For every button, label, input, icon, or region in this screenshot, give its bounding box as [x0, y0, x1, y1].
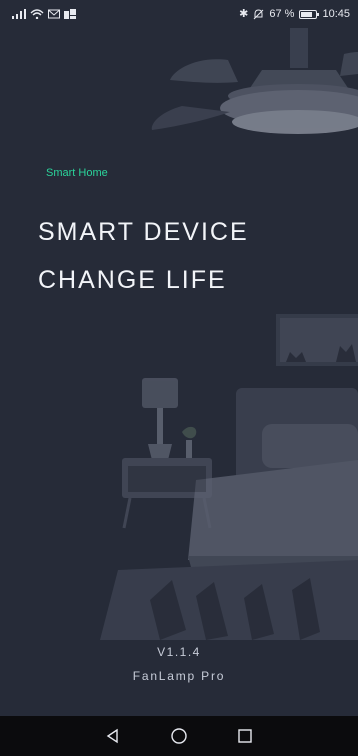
ceiling-fan-lamp-image	[151, 28, 358, 134]
brand-tag: Smart Home	[46, 167, 108, 179]
battery-percent: 67 %	[269, 7, 295, 20]
home-button[interactable]	[165, 722, 193, 750]
splash-screen: ✱ 67 % 10:45 Smart Home SMART DEVICE CHA…	[0, 0, 358, 756]
bluetooth-icon: ✱	[239, 7, 249, 20]
recents-icon	[238, 729, 252, 743]
bed-image	[100, 388, 358, 640]
app-notification-icon	[64, 9, 76, 19]
recents-button[interactable]	[231, 722, 259, 750]
clock-time: 10:45	[322, 7, 350, 20]
headline: SMART DEVICE CHANGE LIFE	[38, 208, 249, 304]
background-illustration	[100, 28, 358, 640]
wifi-icon	[30, 9, 44, 19]
version-label: V1.1.4	[157, 645, 201, 659]
headline-line-1: SMART DEVICE	[38, 218, 249, 246]
wall-picture-image	[276, 314, 358, 366]
back-icon	[106, 728, 118, 744]
signal-icon	[12, 9, 26, 19]
navigation-bar	[0, 716, 358, 756]
headline-line-2: CHANGE LIFE	[38, 266, 227, 294]
battery-icon	[299, 9, 320, 19]
status-bar: ✱ 67 % 10:45	[0, 0, 358, 28]
mail-icon	[48, 9, 60, 19]
silent-alarm-icon	[254, 8, 264, 19]
app-name-label: FanLamp Pro	[132, 669, 226, 683]
home-icon	[171, 728, 187, 744]
back-button[interactable]	[99, 722, 127, 750]
